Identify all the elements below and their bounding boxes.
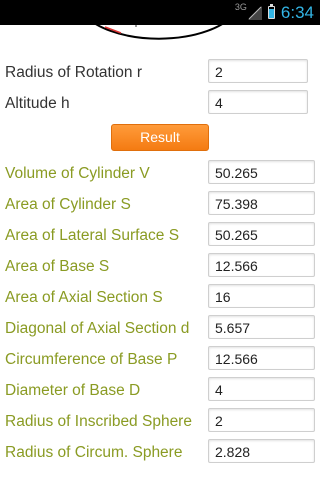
cylinder-figure (0, 25, 320, 51)
output-row-base-area: Area of Base S 12.566 (0, 252, 320, 284)
altitude-input[interactable]: 4 (208, 90, 308, 114)
status-bar: 3G 6:34 (0, 0, 320, 25)
axial-area-label: Area of Axial Section S (5, 289, 163, 306)
diameter-label: Diameter of Base D (5, 382, 141, 399)
radius-input[interactable]: 2 (208, 59, 308, 83)
output-row-circumference: Circumference of Base P 12.566 (0, 345, 320, 377)
result-button[interactable]: Result (111, 124, 209, 151)
area-cylinder-label: Area of Cylinder S (5, 196, 131, 213)
battery-icon (267, 4, 275, 19)
input-row-altitude: Altitude h 4 (0, 89, 320, 121)
output-row-axial-diagonal: Diagonal of Axial Section d 5.657 (0, 314, 320, 346)
output-row-inscribed-sphere: Radius of Inscribed Sphere 2 (0, 407, 320, 439)
circumference-label: Circumference of Base P (5, 351, 178, 368)
lateral-area-field[interactable]: 50.265 (208, 222, 315, 246)
circum-sphere-label: Radius of Circum. Sphere (5, 444, 183, 461)
signal-icon (247, 5, 262, 20)
output-row-lateral-area: Area of Lateral Surface S 50.265 (0, 221, 320, 253)
area-cylinder-field[interactable]: 75.398 (208, 191, 315, 215)
input-row-radius: Radius of Rotation r 2 (0, 58, 320, 90)
altitude-label: Altitude h (5, 95, 70, 112)
volume-field[interactable]: 50.265 (208, 160, 315, 184)
volume-label: Volume of Cylinder V (5, 165, 150, 182)
diameter-field[interactable]: 4 (208, 377, 315, 401)
radius-label: Radius of Rotation r (5, 64, 142, 81)
output-row-axial-area: Area of Axial Section S 16 (0, 283, 320, 315)
lateral-area-label: Area of Lateral Surface S (5, 227, 180, 244)
circum-sphere-field[interactable]: 2.828 (208, 439, 315, 463)
inscribed-sphere-field[interactable]: 2 (208, 408, 315, 432)
circumference-field[interactable]: 12.566 (208, 346, 315, 370)
inscribed-sphere-label: Radius of Inscribed Sphere (5, 413, 192, 430)
axial-diagonal-field[interactable]: 5.657 (208, 315, 315, 339)
status-time: 6:34 (280, 2, 314, 22)
base-area-field[interactable]: 12.566 (208, 253, 315, 277)
output-row-area-cylinder: Area of Cylinder S 75.398 (0, 190, 320, 222)
output-row-diameter: Diameter of Base D 4 (0, 376, 320, 408)
output-row-circum-sphere: Radius of Circum. Sphere 2.828 (0, 438, 320, 470)
network-type: 3G (234, 1, 247, 12)
base-area-label: Area of Base S (5, 258, 110, 275)
axial-area-field[interactable]: 16 (208, 284, 315, 308)
output-row-volume: Volume of Cylinder V 50.265 (0, 159, 320, 191)
axial-diagonal-label: Diagonal of Axial Section d (5, 320, 190, 337)
